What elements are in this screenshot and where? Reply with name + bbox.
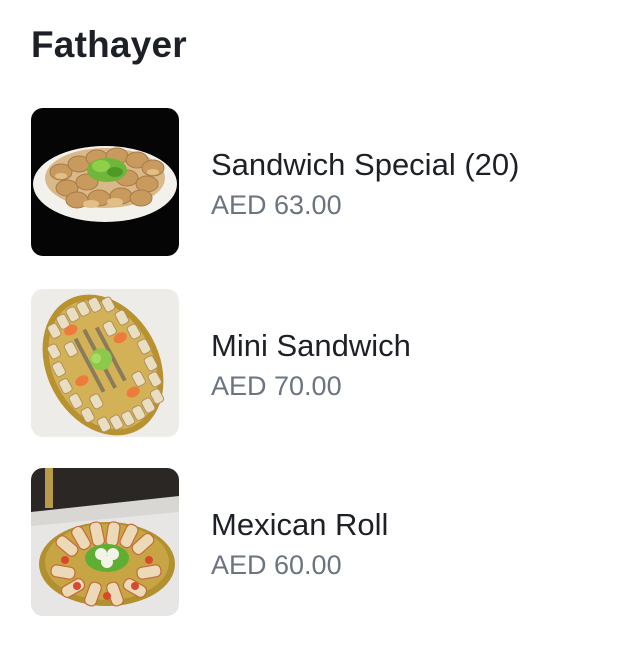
food-image[interactable]	[31, 108, 179, 256]
mexican-roll-tray-image	[31, 468, 179, 616]
item-name: Mini Sandwich	[211, 328, 411, 363]
item-price: AED 70.00	[211, 371, 342, 401]
mini-sandwich-tray-image	[31, 289, 179, 437]
menu-item-list: Sandwich Special (20) AED 63.00 Mini San…	[0, 0, 637, 650]
food-image[interactable]	[31, 468, 179, 616]
item-price: AED 60.00	[211, 550, 342, 580]
item-name: Mexican Roll	[211, 507, 389, 542]
food-image[interactable]	[31, 289, 179, 437]
item-name: Sandwich Special (20)	[211, 147, 520, 182]
menu-item-mexican-roll[interactable]: Mexican Roll AED 60.00	[31, 468, 611, 618]
sandwich-platter-image	[31, 108, 179, 256]
item-price: AED 63.00	[211, 190, 342, 220]
menu-item-sandwich-special[interactable]: Sandwich Special (20) AED 63.00	[31, 108, 611, 258]
menu-item-mini-sandwich[interactable]: Mini Sandwich AED 70.00	[31, 289, 611, 439]
